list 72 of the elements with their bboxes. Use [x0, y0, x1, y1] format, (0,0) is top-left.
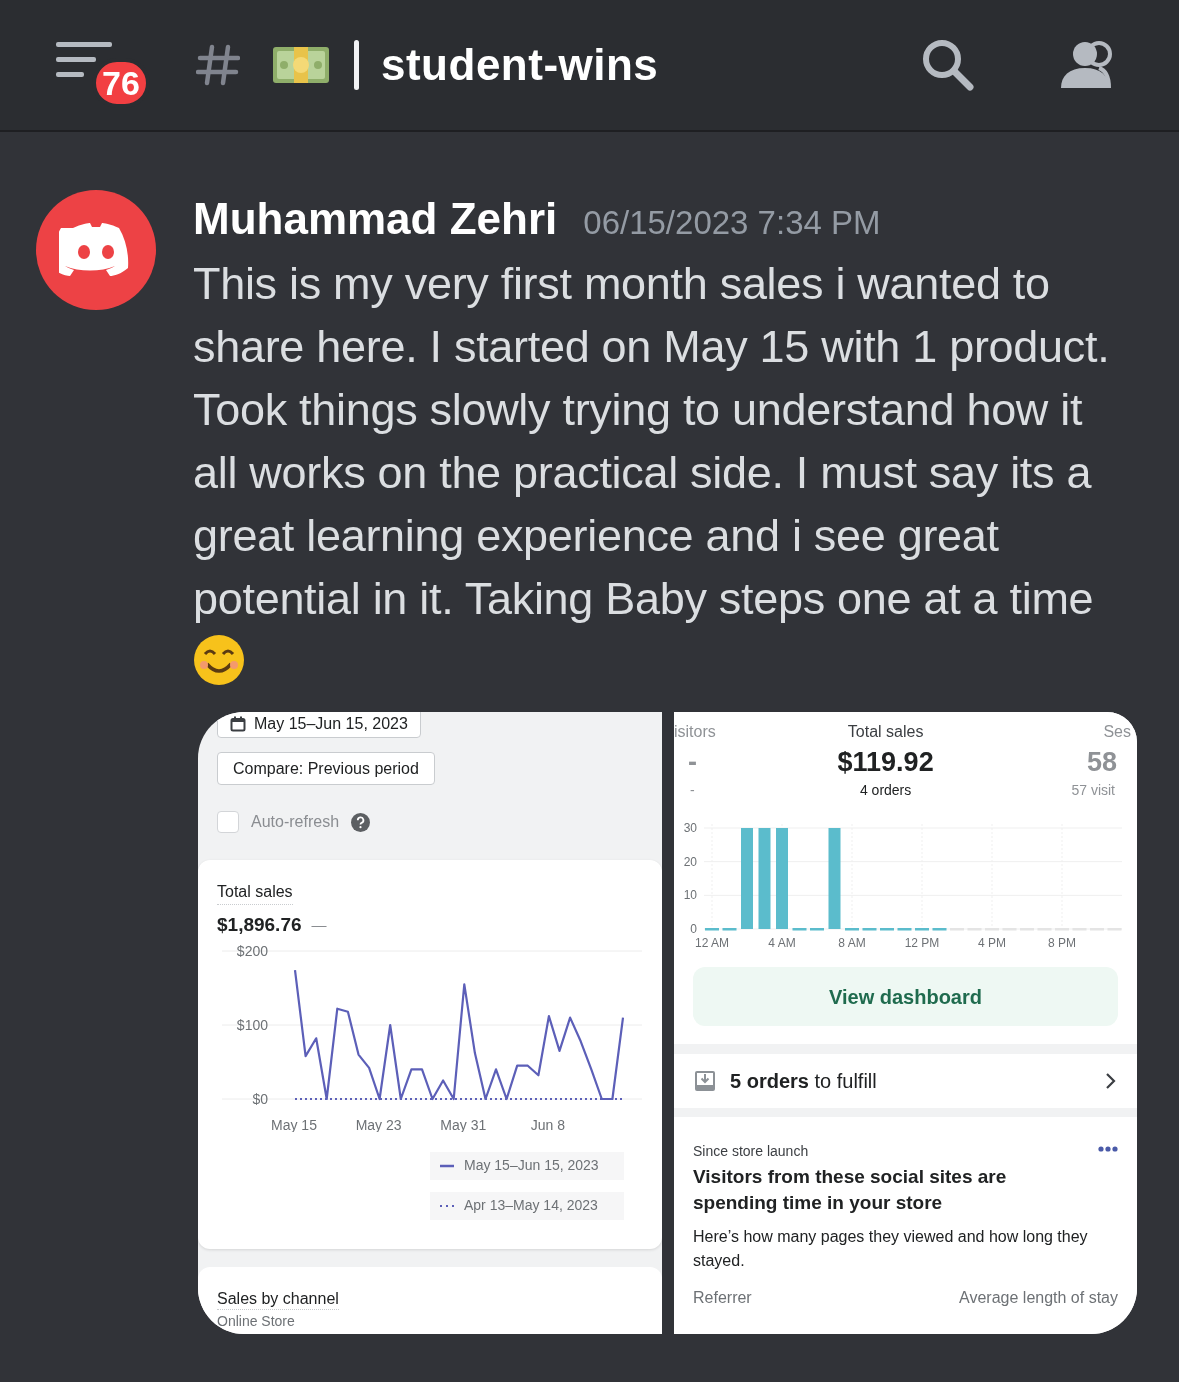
chart-bar — [810, 928, 824, 931]
card-title: Total sales — [217, 880, 293, 905]
stat-label: Ses — [1103, 722, 1131, 742]
auto-refresh-checkbox[interactable] — [217, 811, 239, 833]
insight-body: Here’s how many pages they viewed and how long they stayed. — [693, 1227, 1089, 1271]
chart-bar — [845, 928, 859, 931]
y-axis-label: $200 — [236, 942, 268, 959]
stat-caption: 57 visit — [1070, 782, 1116, 798]
y-axis-label: 30 — [683, 821, 697, 835]
stat-value: 58 — [1085, 746, 1118, 779]
auto-refresh-label: Auto-refresh — [251, 812, 340, 832]
author-name[interactable]: Muhammad Zehri — [193, 186, 558, 252]
dotted-line-icon — [440, 1203, 454, 1208]
sales-total: $1,896.76 — [217, 913, 302, 937]
inbox-download-icon — [694, 1070, 716, 1092]
stat-label: isitors — [674, 722, 716, 742]
message-timestamp: 06/15/2023 7:34 PM — [583, 203, 881, 243]
money-icon — [272, 45, 330, 85]
stat-label: Total sales — [847, 722, 924, 742]
stat-value: $119.92 — [837, 746, 934, 779]
message-text: This is my very first month sales i wanted to share here. I started on May 15 with 1 product. Took things slowly trying to understand how it all works on the practical side. I must say its a great learning experience and i see great potential in it. Taking Baby steps one at a time — [193, 257, 1111, 626]
legend-label: May 15–Jun 15, 2023 — [464, 1156, 599, 1175]
x-axis-label: May 31 — [440, 1116, 487, 1132]
chart-bar — [932, 928, 947, 931]
sales-change: — — [311, 915, 327, 935]
chart-bar — [915, 928, 929, 931]
legend-label: Apr 13–May 14, 2023 — [464, 1196, 598, 1215]
date-range-button[interactable]: May 15–Jun 15, 2023 — [217, 712, 421, 738]
x-axis-label: 8 PM — [1048, 936, 1076, 950]
x-axis-label: 8 AM — [838, 936, 866, 950]
x-axis-label: Jun 8 — [530, 1116, 566, 1132]
y-axis-label: $0 — [252, 1090, 268, 1107]
channel-name: student-wins — [381, 39, 659, 91]
hash-icon — [196, 43, 240, 87]
y-axis-label: 20 — [683, 854, 697, 869]
view-dashboard-button[interactable]: View dashboard — [693, 967, 1118, 1026]
column-header: Average length of stay — [959, 1288, 1118, 1308]
help-icon — [351, 812, 371, 832]
chart-bar — [792, 928, 807, 931]
orders-text: 5 orders to fulfill — [730, 1069, 878, 1094]
solid-line-icon — [440, 1163, 454, 1168]
card-title: Sales by channel — [217, 1289, 339, 1310]
chart-bar — [722, 928, 737, 931]
x-axis-label: 4 AM — [768, 936, 796, 950]
column-header: Referrer — [693, 1288, 752, 1308]
y-axis-label: 0 — [690, 922, 697, 936]
compare-button[interactable]: Compare: Previous period — [217, 752, 435, 785]
y-axis-label: 10 — [683, 888, 697, 903]
x-axis-label: 4 PM — [978, 936, 1006, 950]
stat-caption: 4 orders — [859, 782, 912, 798]
chevron-right-icon — [1105, 1072, 1117, 1090]
search-icon[interactable] — [921, 38, 975, 92]
x-axis-label: 12 AM — [695, 936, 729, 950]
analytics-screenshot[interactable]: May 15–Jun 15, 2023 Compare: Previous period Auto-refresh Total sales $1,896.76 — $0 $100 $200 May 15 May 23 May 31 Jun 8 May 15–Jun 15, 2023 Apr 13–May 14, 2023 Sales by channel Online Store — [198, 712, 662, 1334]
x-axis-label: 12 PM — [904, 936, 940, 950]
insight-eyebrow: Since store launch — [693, 1143, 809, 1159]
stat-value: - — [687, 746, 698, 779]
store-home-screenshot[interactable] — [674, 712, 1137, 1334]
insight-title: Visitors from these social sites are spending time in your store — [693, 1165, 1008, 1215]
more-options-icon[interactable] — [1098, 1146, 1118, 1152]
orders-row[interactable]: 5 orders to fulfill — [674, 1054, 1137, 1108]
x-axis-label: May 23 — [355, 1116, 402, 1132]
channel-name: Online Store — [217, 1312, 296, 1330]
chart-bar — [862, 928, 877, 931]
stat-caption: - — [689, 782, 696, 798]
chart-bar — [897, 928, 912, 931]
chart-bar — [705, 928, 719, 931]
smiling-face-icon — [193, 634, 245, 686]
y-axis-label: $100 — [236, 1016, 268, 1033]
x-axis-label: May 15 — [271, 1116, 317, 1132]
chart-bar — [880, 928, 894, 931]
calendar-icon — [230, 716, 246, 732]
